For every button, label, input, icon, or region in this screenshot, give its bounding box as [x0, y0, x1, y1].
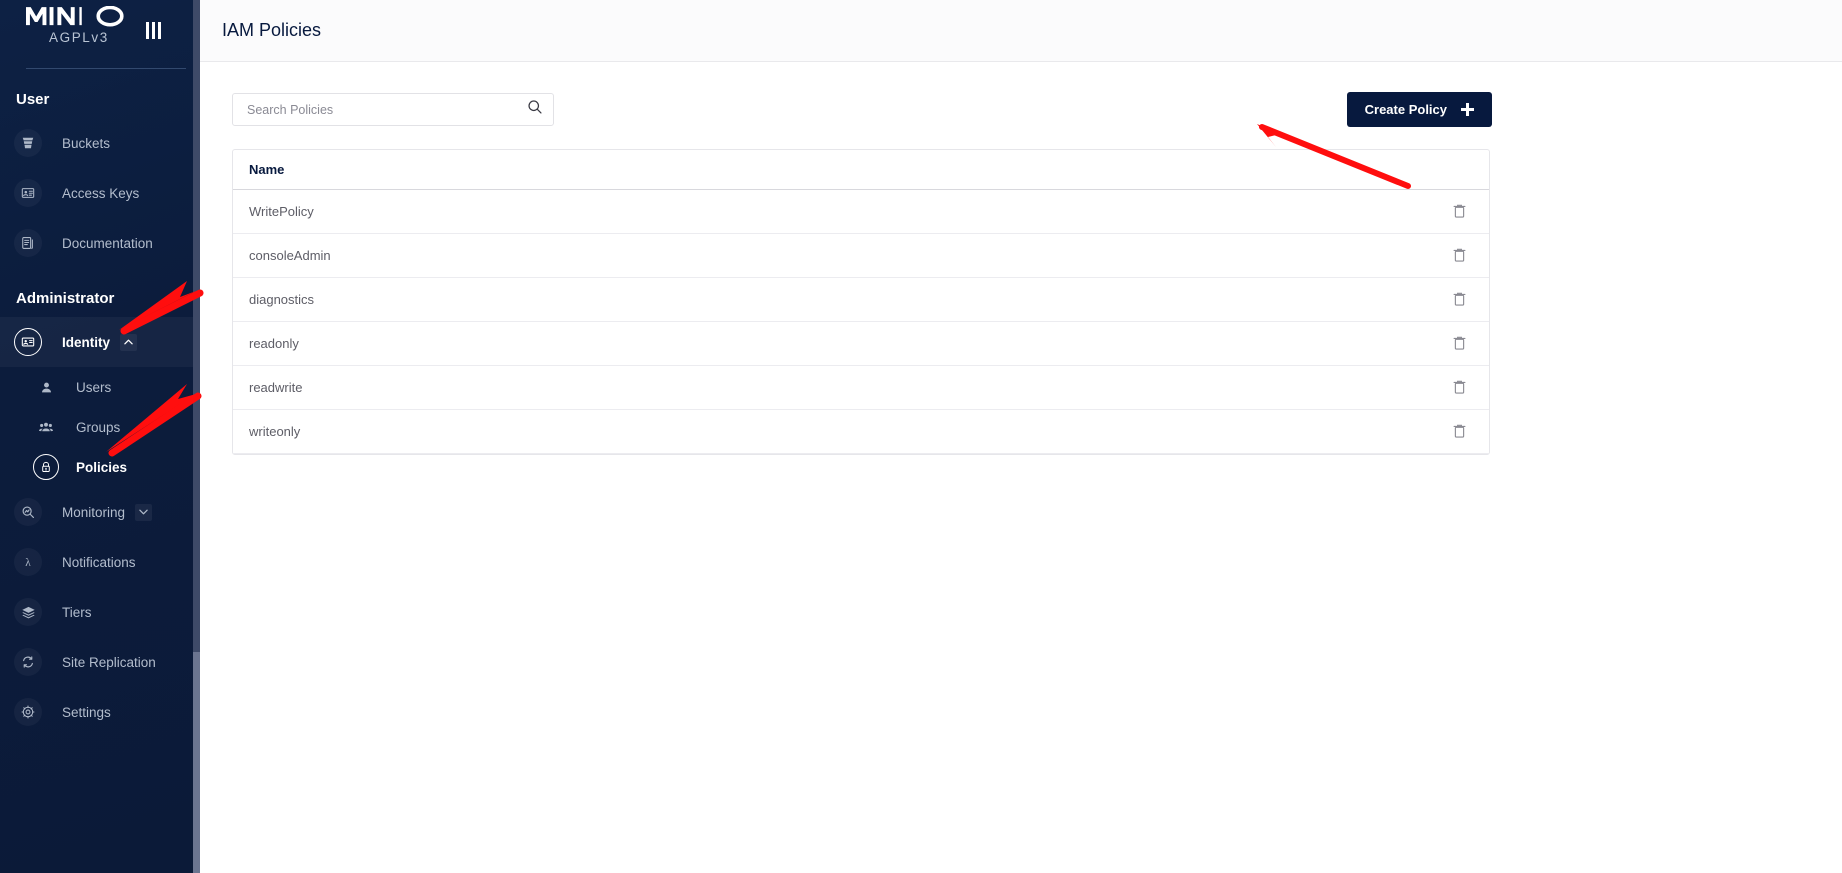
sidebar-item-label: Notifications [62, 554, 136, 570]
policy-name-cell: diagnostics [233, 277, 1429, 322]
table-head: Name [233, 150, 1489, 190]
policy-name-cell: consoleAdmin [233, 233, 1429, 278]
policy-actions-cell [1429, 277, 1489, 322]
table-row[interactable]: writeonly [233, 409, 1489, 454]
access-key-icon [14, 179, 42, 207]
chevron-up-icon[interactable] [120, 333, 138, 351]
documentation-icon [14, 229, 42, 257]
sidebar-item-site-replication[interactable]: Site Replication [0, 637, 200, 687]
sidebar-item-groups[interactable]: Groups [0, 407, 200, 447]
policy-name-cell: readonly [233, 321, 1429, 366]
sidebar-item-label: Tiers [62, 604, 92, 620]
sidebar-section-administrator: Administrator [16, 290, 115, 307]
sidebar-item-label: Access Keys [62, 185, 140, 201]
policy-actions-cell [1429, 233, 1489, 278]
sidebar-item-label: Identity [62, 334, 111, 350]
table-row[interactable]: diagnostics [233, 277, 1489, 322]
tiers-icon [14, 598, 42, 626]
policy-actions-cell [1429, 321, 1489, 366]
sidebar-item-label: Settings [62, 704, 111, 720]
policy-actions-cell [1429, 189, 1489, 234]
sidebar-item-label: Policies [76, 459, 128, 475]
policies-table: Name WritePolicy consoleAdmin diagnostic… [233, 150, 1489, 454]
sidebar-item-monitoring[interactable]: Monitoring [0, 487, 200, 537]
sidebar-item-policies[interactable]: Policies [0, 447, 200, 487]
sidebar-item-label: Monitoring [62, 504, 126, 520]
sidebar-item-notifications[interactable]: λ Notifications [0, 537, 200, 587]
search-icon[interactable] [527, 99, 543, 120]
table-row[interactable]: readwrite [233, 365, 1489, 410]
policy-name-cell: WritePolicy [233, 189, 1429, 234]
sidebar-item-label: Groups [76, 419, 121, 435]
trash-icon[interactable] [1450, 333, 1469, 353]
groups-icon [36, 417, 56, 437]
trash-icon[interactable] [1450, 201, 1469, 221]
trash-icon[interactable] [1450, 421, 1469, 441]
trash-icon[interactable] [1450, 289, 1469, 309]
policies-table-card: Name WritePolicy consoleAdmin diagnostic… [232, 149, 1490, 455]
sidebar-scrollbar[interactable] [193, 0, 200, 873]
svg-text:λ: λ [25, 557, 31, 569]
policy-actions-cell [1429, 365, 1489, 410]
bucket-icon [14, 129, 42, 157]
monitoring-icon [14, 498, 42, 526]
trash-icon[interactable] [1450, 245, 1469, 265]
toolbar: Create Policy [232, 92, 1492, 127]
user-icon [36, 377, 56, 397]
policy-name-cell: writeonly [233, 409, 1429, 454]
column-header-name: Name [233, 150, 1429, 190]
minio-logo [26, 6, 124, 27]
sidebar-item-label: Users [76, 379, 112, 395]
sidebar-item-label: Documentation [62, 235, 153, 251]
lambda-icon: λ [14, 548, 42, 576]
sidebar-item-label: Buckets [62, 135, 111, 151]
create-policy-button[interactable]: Create Policy [1346, 92, 1492, 127]
policy-actions-cell [1429, 409, 1489, 454]
column-header-actions [1429, 150, 1489, 190]
sidebar-section-user: User [16, 91, 50, 108]
page-title: IAM Policies [222, 20, 322, 40]
search-input[interactable] [247, 102, 527, 117]
gear-icon [14, 698, 42, 726]
sidebar-item-label: Site Replication [62, 654, 156, 670]
table-row[interactable]: readonly [233, 321, 1489, 366]
sidebar-item-settings[interactable]: Settings [0, 687, 200, 737]
replication-icon [14, 648, 42, 676]
sidebar-item-documentation[interactable]: Documentation [0, 218, 200, 268]
content-area: Create Policy Name WritePolicy [200, 62, 1842, 873]
sidebar-item-identity[interactable]: Identity [0, 317, 200, 367]
menu-collapse-icon[interactable] [146, 22, 161, 39]
identity-icon [14, 328, 42, 356]
minio-console-window: AGPLv3 User Buckets Access Keys Document… [0, 0, 1842, 873]
plus-icon [1461, 103, 1474, 116]
sidebar-item-buckets[interactable]: Buckets [0, 118, 200, 168]
chevron-down-icon[interactable] [135, 503, 153, 521]
sidebar-item-users[interactable]: Users [0, 367, 200, 407]
license-label: AGPLv3 [49, 30, 109, 45]
sidebar-item-tiers[interactable]: Tiers [0, 587, 200, 637]
page-header: IAM Policies [200, 0, 1842, 62]
create-policy-label: Create Policy [1364, 102, 1447, 117]
policy-name-cell: readwrite [233, 365, 1429, 410]
main-content: IAM Policies Create Policy [200, 0, 1842, 873]
sidebar-item-access-keys[interactable]: Access Keys [0, 168, 200, 218]
sidebar: AGPLv3 User Buckets Access Keys Document… [0, 0, 200, 873]
table-header-row: Name [233, 150, 1489, 190]
sidebar-scrollbar-thumb[interactable] [193, 0, 200, 652]
table-row[interactable]: consoleAdmin [233, 233, 1489, 278]
brand-header: AGPLv3 [0, 0, 200, 68]
search-policies-box[interactable] [232, 93, 554, 126]
table-body: WritePolicy consoleAdmin diagnostics rea… [233, 189, 1489, 454]
trash-icon[interactable] [1450, 377, 1469, 397]
policy-lock-icon [33, 454, 59, 480]
table-row[interactable]: WritePolicy [233, 189, 1489, 234]
